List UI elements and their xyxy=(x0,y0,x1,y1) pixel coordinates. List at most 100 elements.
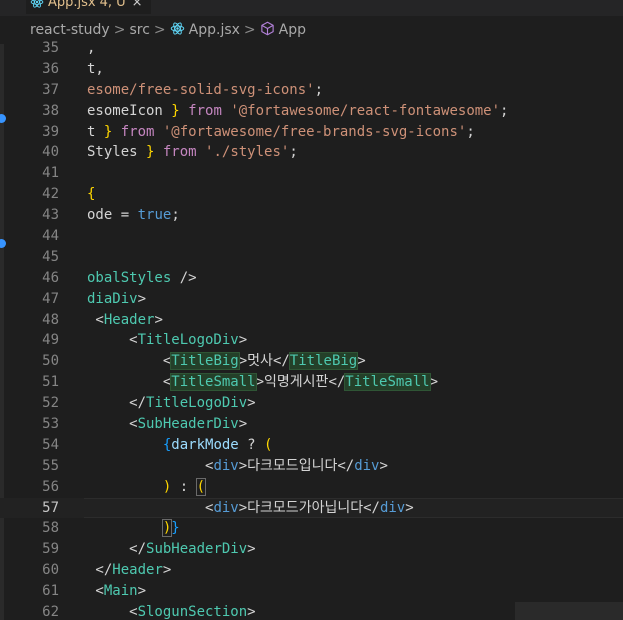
code-token: ( xyxy=(264,436,273,453)
line-number: 49 xyxy=(42,332,59,349)
code-text: <Main> xyxy=(87,581,146,602)
code-token: : xyxy=(171,478,197,495)
breadcrumb-item-symbol[interactable]: App xyxy=(279,22,306,38)
code-line[interactable]: 54 {darkMode ? ( xyxy=(0,435,623,456)
line-number: 55 xyxy=(42,457,59,474)
code-token: esome/free-solid-svg-icons' xyxy=(87,81,315,98)
code-line[interactable]: 60 </Header> xyxy=(0,560,623,581)
code-text: ode = true; xyxy=(87,205,180,226)
code-token: div xyxy=(354,457,380,474)
code-line[interactable]: 38 esomeIcon } from '@fortawesome/react-f… xyxy=(0,101,623,122)
code-token: t xyxy=(87,123,104,140)
code-text: Styles } from './styles'; xyxy=(87,142,298,163)
code-token: < xyxy=(87,311,104,328)
line-number: 54 xyxy=(42,436,59,453)
line-number: 43 xyxy=(42,207,59,224)
line-number: 50 xyxy=(42,353,59,370)
code-line[interactable]: 61 <Main> xyxy=(0,581,623,602)
code-line[interactable]: 41 xyxy=(0,163,623,184)
code-token: > xyxy=(429,374,439,391)
close-icon[interactable]: × xyxy=(132,0,143,10)
code-editor[interactable]: 35, 36 t, 37 esome/free-solid-svg-icons'; 38 e… xyxy=(0,38,623,620)
code-token: > xyxy=(238,416,248,433)
code-line[interactable]: 55 <div>다크모드입니다</div> xyxy=(0,456,623,477)
code-line[interactable]: 48 <Header> xyxy=(0,310,623,331)
code-token: </ xyxy=(87,562,113,579)
code-token: > xyxy=(405,499,414,516)
code-token: > xyxy=(137,290,147,307)
code-token: '@fortawesome/free-brands-svg-icons' xyxy=(162,123,467,140)
breadcrumb-item-file[interactable]: App.jsx xyxy=(189,22,240,38)
code-line[interactable]: 59 </SubHeaderDiv> xyxy=(0,539,623,560)
code-line[interactable]: 52 </TitleLogoDiv> xyxy=(0,393,623,414)
breadcrumb-item-folder[interactable]: react-study xyxy=(30,22,110,38)
code-line[interactable]: 47 diaDiv> xyxy=(0,289,623,310)
code-token: TitleBig xyxy=(288,352,359,371)
line-number: 60 xyxy=(42,562,59,579)
code-token: } xyxy=(171,102,180,119)
code-token: div xyxy=(213,499,239,516)
code-text: <TitleLogoDiv> xyxy=(87,330,247,351)
code-token: div xyxy=(379,499,406,516)
line-number: 37 xyxy=(42,81,59,98)
code-line[interactable]: 49 <TitleLogoDiv> xyxy=(0,330,623,351)
horizontal-scrollbar[interactable] xyxy=(515,602,623,620)
code-token: > xyxy=(238,499,248,516)
tab-status: 4, U xyxy=(99,0,126,10)
code-line[interactable]: 57 <div>다크모드가아닙니다</div> xyxy=(0,497,623,519)
code-text: , xyxy=(87,38,95,59)
line-number: 61 xyxy=(42,583,59,600)
tab-app-jsx[interactable]: App.jsx 4, U × xyxy=(26,0,151,14)
code-token: ; xyxy=(289,144,298,161)
code-token: > xyxy=(379,457,388,474)
code-token: , xyxy=(87,40,96,56)
line-number: 38 xyxy=(42,102,59,119)
code-token: ? xyxy=(238,436,265,453)
code-line[interactable]: 42 { xyxy=(0,184,623,205)
code-text: <div>다크모드입니다</div> xyxy=(87,456,388,477)
code-line[interactable]: 37 esome/free-solid-svg-icons'; xyxy=(0,80,623,101)
code-token: ; xyxy=(500,102,509,119)
code-token: < xyxy=(87,604,138,620)
code-token: { xyxy=(87,186,96,203)
tab-label: App.jsx xyxy=(48,0,96,10)
code-token: > xyxy=(162,562,172,579)
code-token: Main xyxy=(103,583,138,600)
code-token: < xyxy=(87,332,138,349)
code-line[interactable]: 39 t } from '@fortawesome/free-brands-svg… xyxy=(0,122,623,143)
code-token: > xyxy=(247,541,256,558)
code-line[interactable]: 43 ode = true; xyxy=(0,205,623,226)
code-token: < xyxy=(87,374,172,391)
code-line[interactable]: 50 <TitleBig>멋사</TitleBig> xyxy=(0,351,623,372)
code-line[interactable]: 56 ) : ( xyxy=(0,477,623,498)
code-token: </ xyxy=(272,353,290,370)
line-number: 42 xyxy=(42,186,59,203)
line-number: 53 xyxy=(42,416,59,433)
code-token: esomeIcon xyxy=(87,102,172,119)
code-line[interactable]: 44 xyxy=(0,226,623,247)
code-line[interactable]: 51 <TitleSmall>익명게시판</TitleSmall> xyxy=(0,372,623,393)
line-number: 35 xyxy=(42,40,59,56)
code-text: </Header> xyxy=(87,560,171,581)
code-line[interactable]: 53 <SubHeaderDiv> xyxy=(0,414,623,435)
breadcrumb-item-src[interactable]: src xyxy=(129,22,149,38)
code-text: { xyxy=(87,184,95,205)
code-token: obalStyles xyxy=(87,269,172,286)
code-line[interactable]: 46 obalStyles /> xyxy=(0,268,623,289)
code-token: > xyxy=(238,457,248,474)
code-token: TitleSmall xyxy=(344,373,431,392)
code-token: 다크모드입니다 xyxy=(247,457,338,474)
code-line[interactable]: 58 )} xyxy=(0,518,623,539)
code-line[interactable]: 40 Styles } from './styles'; xyxy=(0,142,623,163)
code-line[interactable]: 35, xyxy=(0,38,623,59)
code-token: SubHeaderDiv xyxy=(137,416,239,433)
line-number: 59 xyxy=(42,541,59,558)
code-token: < xyxy=(87,499,214,516)
code-line[interactable]: 45 xyxy=(0,247,623,268)
code-token: > xyxy=(247,604,256,620)
code-line[interactable]: 36 t, xyxy=(0,59,623,80)
code-token: t, xyxy=(87,60,104,77)
code-token: > xyxy=(247,395,256,412)
